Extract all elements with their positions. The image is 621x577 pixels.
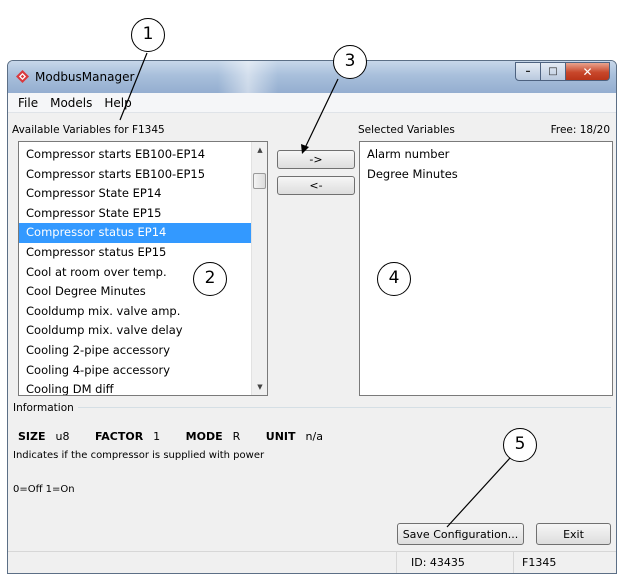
app-icon [16,70,29,83]
variable-properties: SIZE u8 FACTOR 1 MODE R UNIT n/a [18,430,345,443]
callout-3: 3 [333,45,367,79]
save-configuration-button[interactable]: Save Configuration... [397,523,524,545]
variable-values: 0=Off 1=On [13,484,75,495]
size-value: u8 [55,430,70,443]
title-glow [218,61,278,93]
status-bar: ID: 43435 F1345 [8,551,616,573]
information-legend: Information [13,402,78,414]
list-item[interactable]: Degree Minutes [360,165,610,185]
available-variables-list[interactable]: Compressor starts EB100-EP14 Compressor s… [18,141,268,396]
available-scrollbar[interactable]: ▲ ▼ [251,142,267,395]
mode-label: MODE [185,430,223,443]
status-id: ID: 43435 [396,552,513,573]
selected-rows: Alarm number Degree Minutes [360,145,610,184]
callout-5: 5 [503,428,537,462]
mode-value: R [232,430,241,443]
list-item[interactable]: Cooling 2-pipe accessory [19,341,252,361]
size-label: SIZE [18,430,46,443]
list-item[interactable]: Cooldump mix. valve delay [19,321,252,341]
list-item[interactable]: Compressor starts EB100-EP15 [19,165,252,185]
list-item[interactable]: Alarm number [360,145,610,165]
callout-1: 1 [131,18,165,52]
menu-file[interactable]: File [12,96,44,110]
minimize-button[interactable]: – [515,62,541,81]
menu-models[interactable]: Models [44,96,98,110]
menu-bar: File Models Help [8,93,616,113]
remove-variable-button[interactable]: <- [277,176,355,195]
variable-description: Indicates if the compressor is supplied … [13,450,265,461]
scroll-thumb[interactable] [253,173,266,189]
maximize-button[interactable]: □ [541,62,566,81]
unit-value: n/a [305,430,323,443]
list-item[interactable]: Compressor State EP15 [19,204,252,224]
exit-button[interactable]: Exit [536,523,611,545]
list-item[interactable]: Compressor starts EB100-EP14 [19,145,252,165]
free-slots-counter: Free: 18/20 [550,124,610,136]
add-variable-button[interactable]: -> [277,150,355,169]
callout-4: 4 [377,262,411,296]
window-title: ModbusManager [35,70,135,84]
close-button[interactable]: ✕ [566,62,610,81]
factor-value: 1 [153,430,161,443]
title-bar[interactable]: ModbusManager – □ ✕ [8,61,616,93]
list-item[interactable]: Compressor State EP14 [19,184,252,204]
status-model: F1345 [513,552,616,573]
screenshot-stage: 1 2 3 4 5 ModbusManager – □ ✕ File Model… [0,0,621,577]
list-item[interactable]: Compressor status EP14 [19,223,252,243]
unit-label: UNIT [265,430,296,443]
selected-variables-label: Selected Variables [358,124,455,136]
available-variables-label: Available Variables for F1345 [12,124,165,136]
scroll-up-arrow-icon[interactable]: ▲ [252,142,267,158]
list-item[interactable]: Cooling DM diff [19,380,252,395]
list-item[interactable]: Cooldump mix. valve amp. [19,302,252,322]
modbus-manager-window: ModbusManager – □ ✕ File Models Help Ava… [7,60,617,574]
list-item[interactable]: Compressor status EP15 [19,243,252,263]
callout-2: 2 [193,262,227,296]
list-item[interactable]: Cooling 4-pipe accessory [19,361,252,381]
window-controls: – □ ✕ [515,62,610,81]
menu-help[interactable]: Help [98,96,137,110]
factor-label: FACTOR [95,430,144,443]
scroll-down-arrow-icon[interactable]: ▼ [252,379,267,395]
